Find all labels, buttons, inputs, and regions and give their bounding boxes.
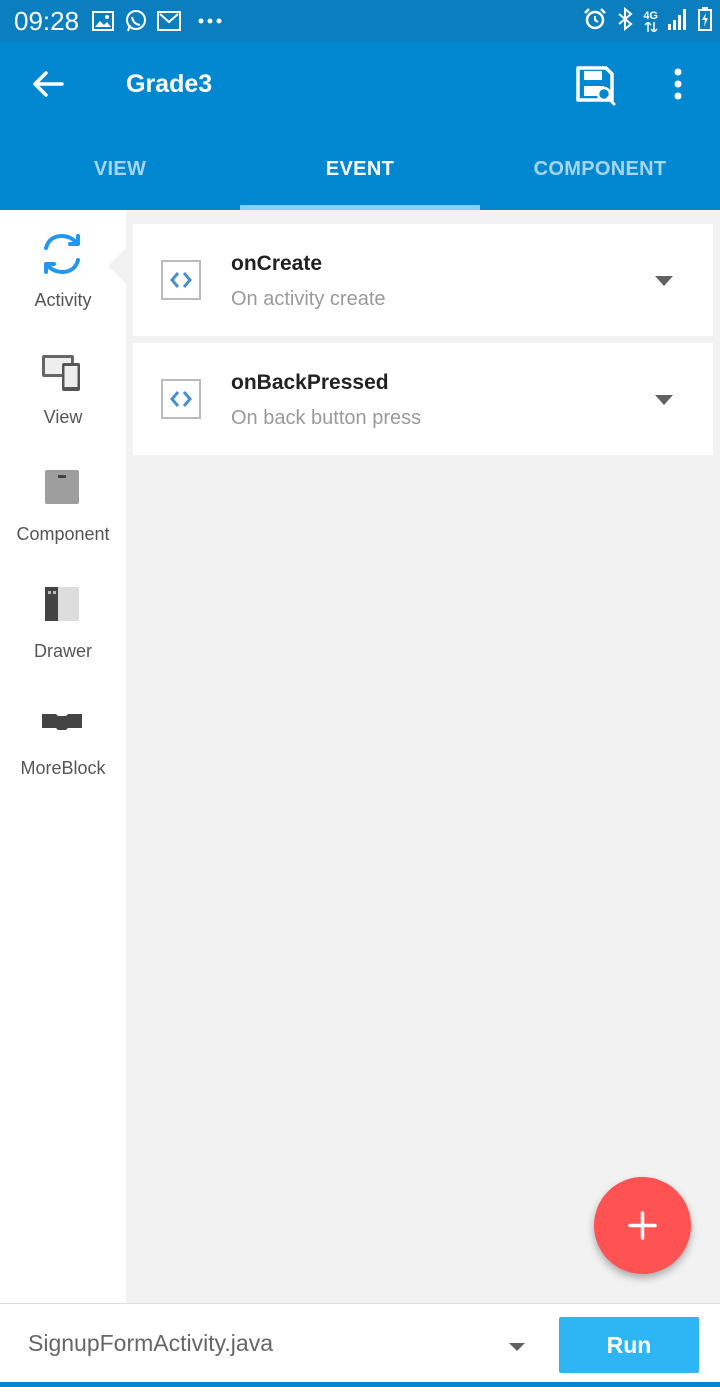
back-arrow-icon[interactable] [28, 64, 68, 104]
selected-pointer [108, 248, 126, 284]
component-icon [40, 466, 84, 510]
drawer-icon [40, 583, 84, 627]
event-card-onbackpressed[interactable]: onBackPressed On back button press [133, 343, 713, 455]
sidebar-item-view[interactable]: View [0, 327, 126, 437]
activity-refresh-icon [40, 232, 84, 276]
tab-event[interactable]: EVENT [240, 142, 480, 210]
status-time: 09:28 [14, 6, 80, 36]
network-4g-icon: 4G [643, 9, 658, 32]
add-event-button[interactable] [594, 1177, 691, 1274]
run-button[interactable]: Run [559, 1317, 699, 1373]
sidebar: Activity View Component Drawer MoreBlock [0, 210, 126, 1303]
sidebar-item-drawer[interactable]: Drawer [0, 561, 126, 671]
more-notifications-icon [198, 9, 222, 33]
signal-icon [668, 8, 688, 35]
network-label: 4G [643, 9, 658, 22]
event-name: onCreate [231, 252, 323, 275]
save-icon[interactable] [574, 64, 618, 108]
sidebar-item-label: Component [16, 524, 110, 544]
event-description: On back button press [231, 407, 422, 429]
sidebar-item-moreblock[interactable]: MoreBlock [0, 678, 126, 788]
sidebar-item-activity[interactable]: Activity [0, 210, 126, 320]
more-vert-icon[interactable] [664, 66, 692, 106]
file-selector[interactable]: SignupFormActivity.java [28, 1330, 273, 1357]
code-brackets-icon [161, 379, 201, 419]
battery-icon [698, 6, 712, 36]
status-bar: 09:28 4G [0, 0, 720, 42]
alarm-icon [583, 7, 607, 36]
code-brackets-icon [161, 260, 201, 300]
sidebar-item-label: Activity [34, 290, 92, 310]
event-card-oncreate[interactable]: onCreate On activity create [133, 224, 713, 336]
chevron-down-icon[interactable] [508, 1339, 526, 1351]
sidebar-item-label: View [43, 407, 83, 427]
moreblock-icon [40, 700, 84, 744]
page-title: Grade3 [126, 70, 213, 98]
chevron-down-icon[interactable] [653, 274, 675, 286]
bluetooth-icon [617, 6, 633, 36]
app-bar: Grade3 VIEW EVENT COMPONENT [0, 42, 720, 210]
event-name: onBackPressed [231, 371, 389, 394]
bottom-bar: SignupFormActivity.java Run [0, 1303, 720, 1387]
sidebar-item-label: Drawer [33, 641, 92, 661]
event-description: On activity create [231, 288, 386, 310]
gmail-icon [157, 9, 181, 33]
chevron-down-icon[interactable] [653, 393, 675, 405]
plus-icon [628, 1211, 657, 1240]
tab-view[interactable]: VIEW [0, 142, 240, 210]
bottom-divider [0, 1382, 720, 1387]
devices-icon [40, 349, 84, 393]
sidebar-item-label: MoreBlock [20, 758, 106, 778]
whatsapp-icon [124, 9, 148, 33]
tab-bar: VIEW EVENT COMPONENT [0, 142, 720, 210]
gallery-icon [92, 9, 114, 33]
sidebar-item-component[interactable]: Component [0, 444, 126, 554]
tab-component[interactable]: COMPONENT [480, 142, 720, 210]
